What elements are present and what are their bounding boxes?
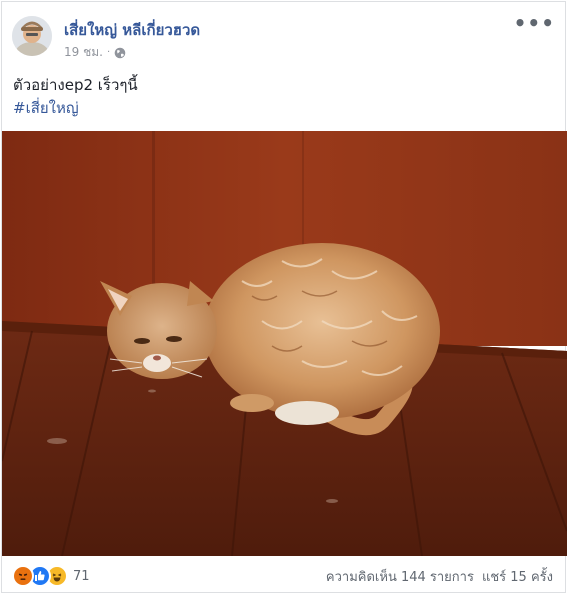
post-card: เสี่ยใหญ่ หลีเกี่ยวฮวด 19 ชม. · ••• ตัวอ…: [1, 1, 567, 594]
post-caption: ตัวอย่างep2 เร็วๆนี้: [13, 76, 138, 94]
more-options-button[interactable]: •••: [514, 13, 555, 33]
comment-count-link[interactable]: ความคิดเห็น 144 รายการ: [326, 566, 474, 587]
globe-icon[interactable]: [114, 47, 126, 59]
wet-cat-photo: [2, 131, 567, 556]
separator-dot: ·: [106, 47, 111, 58]
reaction-count[interactable]: 71: [73, 569, 90, 584]
post-photo[interactable]: [2, 131, 567, 556]
author-name[interactable]: เสี่ยใหญ่ หลีเกี่ยวฮวด: [64, 18, 200, 42]
post-text: ตัวอย่างep2 เร็วๆนี้ #เสี่ยใหญ่: [13, 74, 138, 120]
hashtag-link[interactable]: #เสี่ยใหญ่: [13, 97, 138, 120]
share-count-link[interactable]: แชร์ 15 ครั้ง: [482, 566, 553, 587]
reactions-summary[interactable]: 71: [12, 565, 90, 587]
author-avatar[interactable]: [12, 16, 52, 56]
post-timestamp[interactable]: 19 ชม.: [64, 43, 103, 62]
angry-icon: [12, 565, 34, 587]
engagement-stats: ความคิดเห็น 144 รายการ แชร์ 15 ครั้ง: [326, 566, 553, 587]
post-header: เสี่ยใหญ่ หลีเกี่ยวฮวด 19 ชม. · •••: [2, 2, 565, 66]
post-meta: 19 ชม. ·: [64, 43, 126, 62]
post-footer: 71 ความคิดเห็น 144 รายการ แชร์ 15 ครั้ง: [2, 558, 565, 594]
